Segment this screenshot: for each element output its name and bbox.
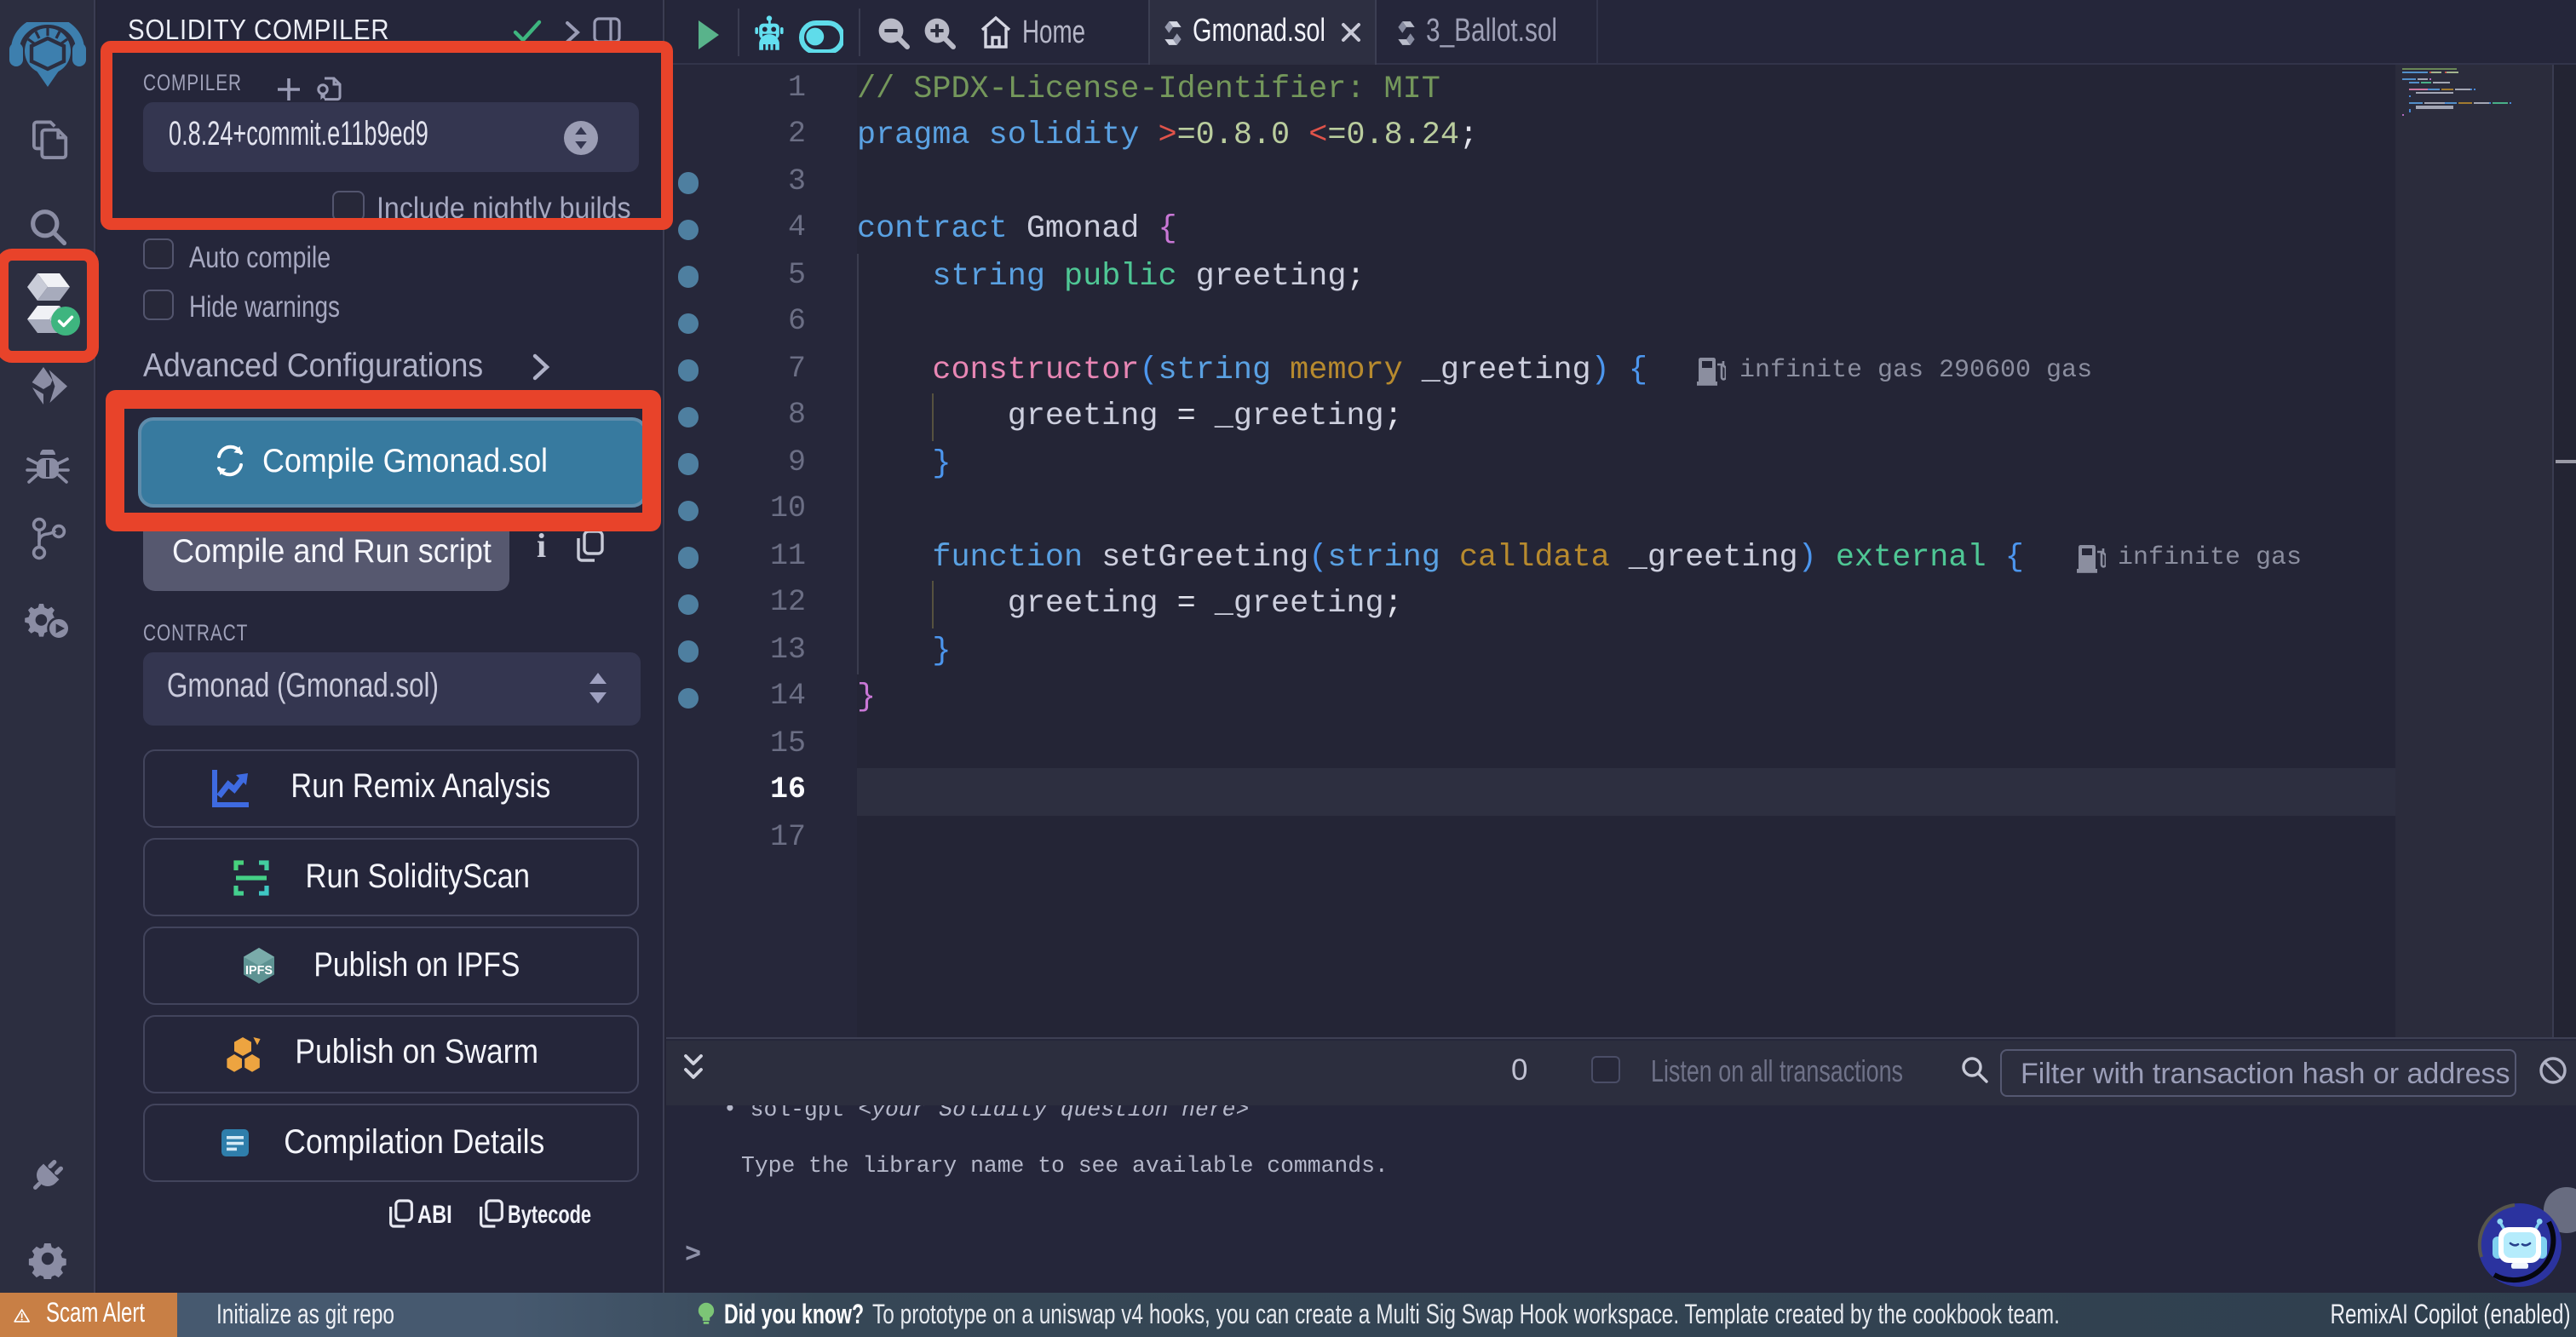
svg-text:IPFS: IPFS — [246, 964, 273, 978]
